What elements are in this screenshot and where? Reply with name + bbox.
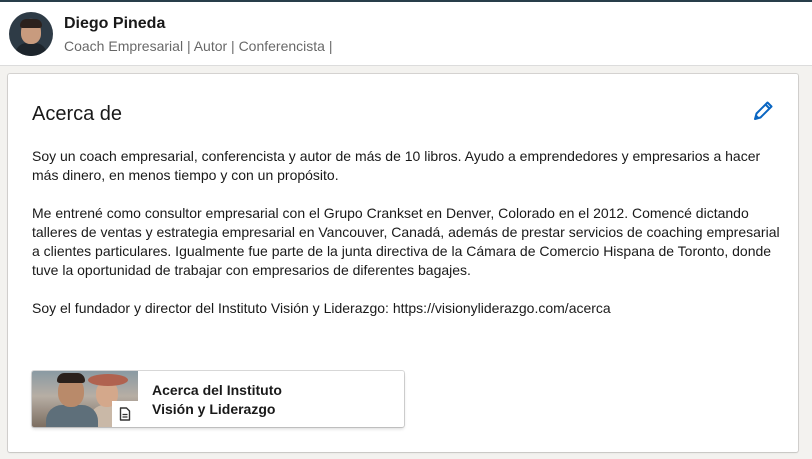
section-title: Acerca de (32, 103, 123, 125)
media-title-line: Acerca del Instituto (152, 382, 282, 398)
media-title: Acerca del Instituto Visión y Liderazgo (152, 381, 392, 419)
about-section: Acerca de Soy un coach empresarial, conf… (8, 74, 798, 452)
featured-media-card[interactable]: Acerca del Instituto Visión y Liderazgo (32, 371, 404, 427)
edit-about-button[interactable] (750, 98, 776, 124)
profile-name[interactable]: Diego Pineda (64, 15, 165, 33)
about-summary: Soy un coach empresarial, conferencista … (32, 147, 782, 337)
media-title-line: Visión y Liderazgo (152, 401, 276, 417)
avatar[interactable] (9, 12, 53, 56)
about-paragraph: Soy el fundador y director del Instituto… (32, 300, 611, 316)
pencil-icon (750, 101, 776, 127)
about-paragraph: Soy un coach empresarial, conferencista … (32, 148, 761, 183)
profile-headline: Coach Empresarial | Autor | Conferencist… (64, 38, 333, 54)
profile-header: Diego Pineda Coach Empresarial | Autor |… (0, 0, 812, 66)
about-paragraph: Me entrené como consultor empresarial co… (32, 205, 780, 278)
document-icon (112, 401, 138, 427)
media-thumbnail (32, 371, 138, 427)
